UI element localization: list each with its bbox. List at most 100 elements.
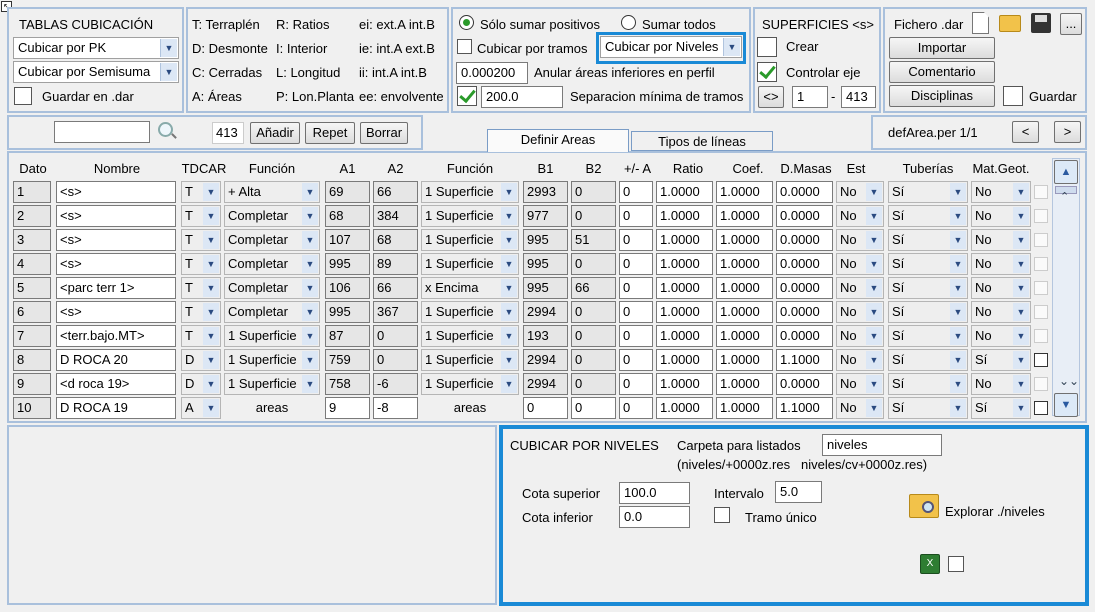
guardar-dar-checkbox[interactable] xyxy=(14,87,32,105)
row-plus-minus[interactable]: 0 xyxy=(619,325,653,347)
importar-button[interactable]: Importar xyxy=(889,37,995,59)
row-a1[interactable]: 69 xyxy=(325,181,370,203)
row-tdcar-select[interactable]: T ▼ xyxy=(181,229,221,251)
row-a2[interactable]: -8 xyxy=(373,397,418,419)
row-b1[interactable]: 0 xyxy=(523,397,568,419)
row-funcion-b-select[interactable]: 1 Superficie ▼ xyxy=(421,325,519,347)
row-checkbox[interactable] xyxy=(1034,329,1048,343)
row-b2[interactable]: 51 xyxy=(571,229,616,251)
row-tuberias-select[interactable]: Sí ▼ xyxy=(888,229,968,251)
intervalo-input[interactable]: 5.0 xyxy=(775,481,822,503)
row-b2[interactable]: 0 xyxy=(571,325,616,347)
row-checkbox[interactable] xyxy=(1034,185,1048,199)
row-a1[interactable]: 9 xyxy=(325,397,370,419)
row-a1[interactable]: 87 xyxy=(325,325,370,347)
row-a1[interactable]: 759 xyxy=(325,349,370,371)
row-a2[interactable]: 367 xyxy=(373,301,418,323)
row-funcion-b-select[interactable]: 1 Superficie ▼ xyxy=(421,349,519,371)
row-tdcar-select[interactable]: T ▼ xyxy=(181,181,221,203)
row-ratio[interactable]: 1.0000 xyxy=(656,349,713,371)
row-nombre[interactable]: <s> xyxy=(56,301,176,323)
row-a1[interactable]: 68 xyxy=(325,205,370,227)
guardar-checkbox[interactable] xyxy=(1003,86,1023,106)
row-funcion-b-select[interactable]: x Encima ▼ xyxy=(421,277,519,299)
next-file-button[interactable]: > xyxy=(1054,121,1081,143)
row-dato[interactable]: 10 xyxy=(13,397,51,419)
row-dato[interactable]: 5 xyxy=(13,277,51,299)
row-b1[interactable]: 2994 xyxy=(523,373,568,395)
row-checkbox[interactable] xyxy=(1034,401,1048,415)
row-b1[interactable]: 977 xyxy=(523,205,568,227)
row-a2[interactable]: 0 xyxy=(373,349,418,371)
row-coef[interactable]: 1.0000 xyxy=(716,181,773,203)
row-matgeot-select[interactable]: No ▼ xyxy=(971,301,1031,323)
row-dmasas[interactable]: 0.0000 xyxy=(776,181,833,203)
row-funcion-a-select[interactable]: Completar ▼ xyxy=(224,205,320,227)
row-a2[interactable]: 68 xyxy=(373,229,418,251)
save-disk-icon[interactable] xyxy=(1031,13,1051,33)
row-a2[interactable]: 66 xyxy=(373,277,418,299)
row-b2[interactable]: 0 xyxy=(571,397,616,419)
row-ratio[interactable]: 1.0000 xyxy=(656,373,713,395)
row-checkbox[interactable] xyxy=(1034,209,1048,223)
row-a1[interactable]: 107 xyxy=(325,229,370,251)
row-nombre[interactable]: <s> xyxy=(56,205,176,227)
cubicar-semisuma-select[interactable]: Cubicar por Semisuma ▼ xyxy=(13,61,179,83)
row-ratio[interactable]: 1.0000 xyxy=(656,301,713,323)
cubicar-tramos-checkbox[interactable] xyxy=(457,39,472,54)
row-funcion-b-select[interactable]: 1 Superficie ▼ xyxy=(421,205,519,227)
row-a2[interactable]: 384 xyxy=(373,205,418,227)
row-nombre[interactable]: <terr.bajo.MT> xyxy=(56,325,176,347)
tab-tipos-lineas[interactable]: Tipos de líneas xyxy=(631,131,773,151)
row-dato[interactable]: 3 xyxy=(13,229,51,251)
solo-positivos-radio[interactable] xyxy=(459,15,474,30)
scroll-down-button[interactable]: ▼ xyxy=(1054,393,1078,417)
row-tuberias-select[interactable]: Sí ▼ xyxy=(888,373,968,395)
row-tdcar-select[interactable]: D ▼ xyxy=(181,373,221,395)
row-coef[interactable]: 1.0000 xyxy=(716,253,773,275)
row-a1[interactable]: 995 xyxy=(325,301,370,323)
range-toggle-button[interactable]: <> xyxy=(758,86,784,108)
row-est-select[interactable]: No ▼ xyxy=(836,205,884,227)
range-from-input[interactable]: 1 xyxy=(792,86,828,108)
row-dmasas[interactable]: 0.0000 xyxy=(776,373,833,395)
disciplinas-button[interactable]: Disciplinas xyxy=(889,85,995,107)
row-coef[interactable]: 1.0000 xyxy=(716,397,773,419)
explore-folder-icon[interactable] xyxy=(909,494,939,518)
row-coef[interactable]: 1.0000 xyxy=(716,229,773,251)
row-b1[interactable]: 995 xyxy=(523,253,568,275)
row-est-select[interactable]: No ▼ xyxy=(836,373,884,395)
row-est-select[interactable]: No ▼ xyxy=(836,301,884,323)
row-b2[interactable]: 0 xyxy=(571,253,616,275)
row-funcion-b-select[interactable]: 1 Superficie ▼ xyxy=(421,373,519,395)
row-b1[interactable]: 193 xyxy=(523,325,568,347)
row-plus-minus[interactable]: 0 xyxy=(619,277,653,299)
row-tuberias-select[interactable]: Sí ▼ xyxy=(888,397,968,419)
row-funcion-a-select[interactable]: Completar ▼ xyxy=(224,301,320,323)
row-matgeot-select[interactable]: No ▼ xyxy=(971,205,1031,227)
row-ratio[interactable]: 1.0000 xyxy=(656,277,713,299)
tab-definir-areas[interactable]: Definir Areas xyxy=(487,129,629,152)
row-dato[interactable]: 4 xyxy=(13,253,51,275)
row-checkbox[interactable] xyxy=(1034,233,1048,247)
controlar-eje-checkbox[interactable] xyxy=(757,62,777,82)
row-tdcar-select[interactable]: T ▼ xyxy=(181,253,221,275)
row-matgeot-select[interactable]: No ▼ xyxy=(971,325,1031,347)
row-plus-minus[interactable]: 0 xyxy=(619,253,653,275)
row-tdcar-select[interactable]: T ▼ xyxy=(181,301,221,323)
anular-areas-input[interactable]: 0.000200 xyxy=(456,62,528,84)
row-matgeot-select[interactable]: No ▼ xyxy=(971,373,1031,395)
new-file-icon[interactable] xyxy=(972,12,989,34)
row-plus-minus[interactable]: 0 xyxy=(619,181,653,203)
row-plus-minus[interactable]: 0 xyxy=(619,349,653,371)
row-coef[interactable]: 1.0000 xyxy=(716,277,773,299)
row-b2[interactable]: 0 xyxy=(571,349,616,371)
row-b2[interactable]: 0 xyxy=(571,181,616,203)
row-a2[interactable]: 66 xyxy=(373,181,418,203)
row-est-select[interactable]: No ▼ xyxy=(836,349,884,371)
row-a1[interactable]: 995 xyxy=(325,253,370,275)
borrar-button[interactable]: Borrar xyxy=(360,122,408,144)
row-tdcar-select[interactable]: A ▼ xyxy=(181,397,221,419)
row-dato[interactable]: 6 xyxy=(13,301,51,323)
row-coef[interactable]: 1.0000 xyxy=(716,349,773,371)
